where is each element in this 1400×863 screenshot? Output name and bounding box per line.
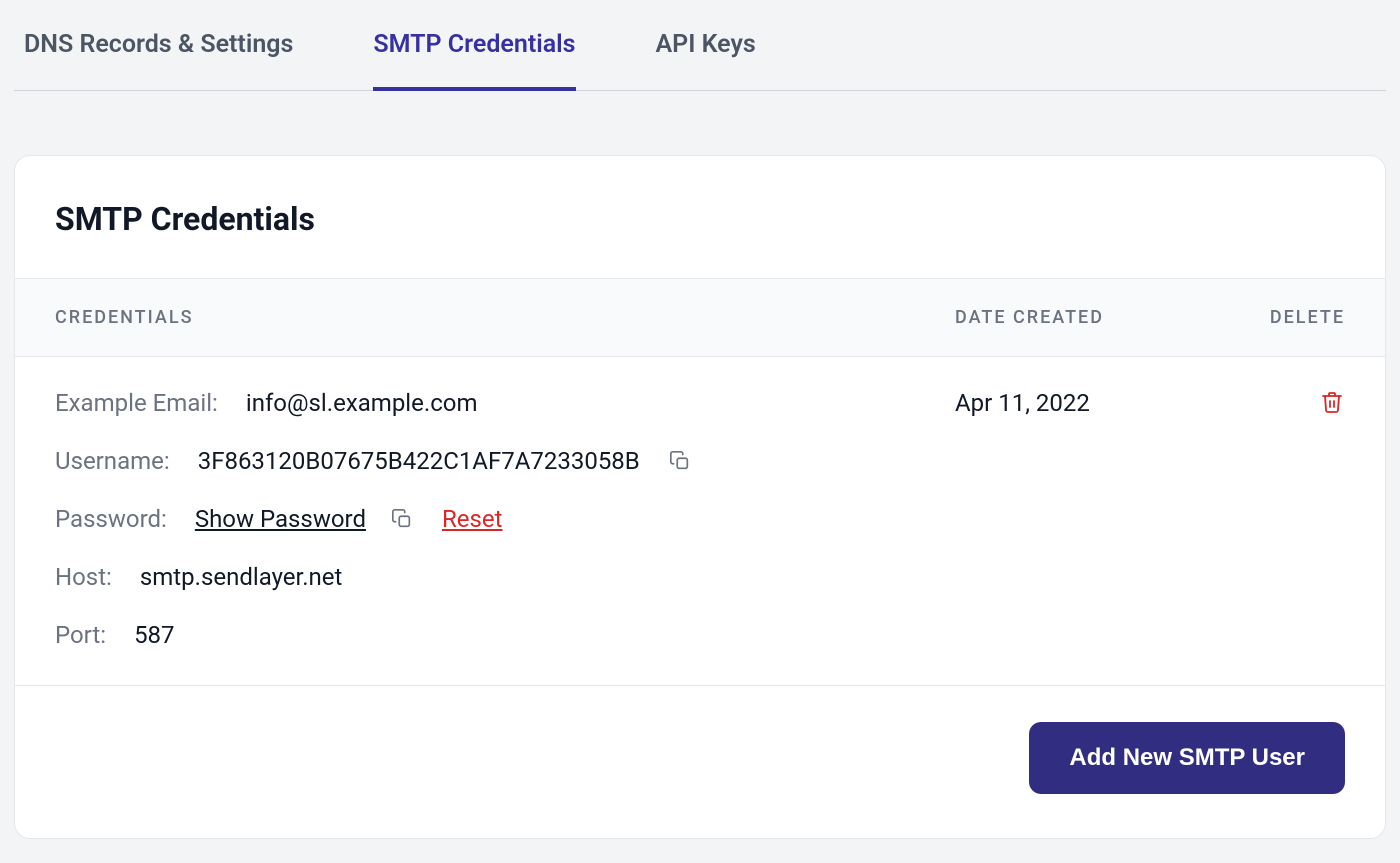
port-label: Port: — [55, 621, 106, 649]
show-password-link[interactable]: Show Password — [195, 505, 366, 533]
port-value: 587 — [134, 621, 174, 649]
username-label: Username: — [55, 447, 170, 475]
table-header: CREDENTIALS DATE CREATED DELETE — [15, 278, 1385, 357]
date-created-value: Apr 11, 2022 — [955, 389, 1215, 649]
add-new-smtp-user-button[interactable]: Add New SMTP User — [1029, 722, 1345, 794]
delete-icon[interactable] — [1319, 389, 1345, 415]
table-row: Example Email: info@sl.example.com Usern… — [15, 357, 1385, 686]
email-value: info@sl.example.com — [246, 389, 478, 417]
username-value: 3F863120B07675B422C1AF7A7233058B — [198, 447, 640, 475]
column-header-credentials: CREDENTIALS — [55, 307, 955, 328]
host-value: smtp.sendlayer.net — [140, 563, 343, 591]
host-label: Host: — [55, 563, 112, 591]
email-label: Example Email: — [55, 389, 218, 417]
password-label: Password: — [55, 505, 167, 533]
card-title: SMTP Credentials — [55, 200, 1345, 238]
tabs-nav: DNS Records & Settings SMTP Credentials … — [14, 0, 1386, 91]
column-header-delete: DELETE — [1215, 307, 1345, 328]
smtp-credentials-card: SMTP Credentials CREDENTIALS DATE CREATE… — [14, 155, 1386, 839]
copy-username-icon[interactable] — [668, 449, 692, 473]
reset-password-link[interactable]: Reset — [442, 505, 502, 533]
tab-smtp-credentials[interactable]: SMTP Credentials — [373, 0, 575, 91]
tab-dns-records[interactable]: DNS Records & Settings — [24, 0, 293, 91]
column-header-date: DATE CREATED — [955, 307, 1215, 328]
copy-password-icon[interactable] — [390, 507, 414, 531]
tab-api-keys[interactable]: API Keys — [656, 0, 756, 91]
